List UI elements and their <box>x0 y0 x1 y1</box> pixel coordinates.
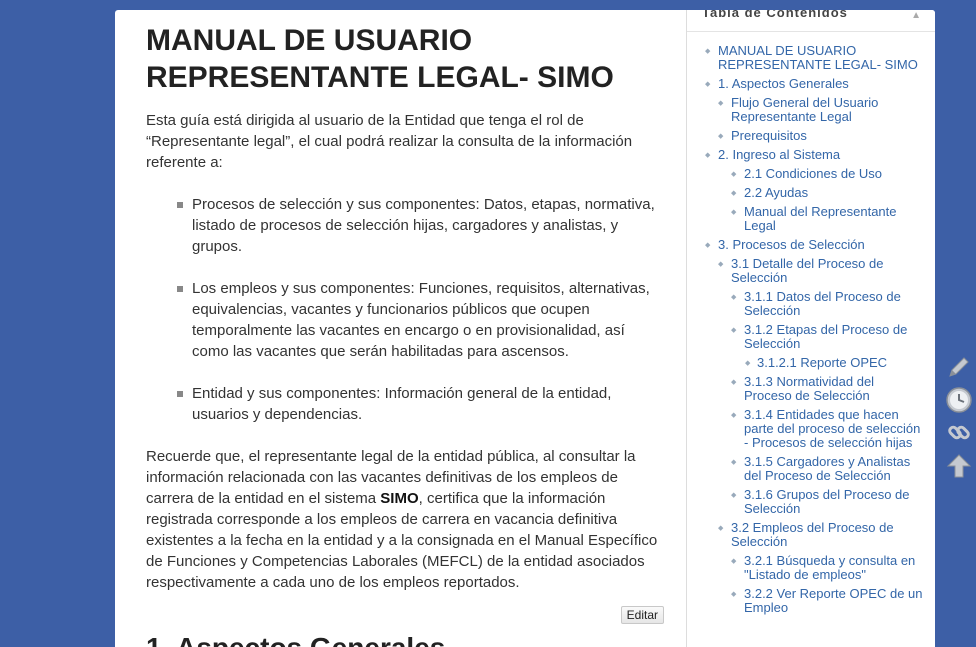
edit-row: Editar <box>146 606 664 624</box>
toc-item[interactable]: 3. Procesos de Selección <box>687 238 923 254</box>
table-of-contents: Tabla de Contenidos ▲ MANUAL DE USUARIO … <box>686 10 935 647</box>
toc-title: Tabla de Contenidos <box>702 10 848 20</box>
toc-item[interactable]: 2.2 Ayudas <box>687 186 923 202</box>
toc-item[interactable]: 3.1.6 Grupos del Proceso de Selección <box>687 488 923 516</box>
section-heading: 1. Aspectos Generales <box>146 631 664 647</box>
list-item: Procesos de selección y sus componentes:… <box>176 194 664 257</box>
toc-item[interactable]: Prerequisitos <box>687 129 923 145</box>
page-title-line1: MANUAL DE USUARIO <box>146 24 473 57</box>
simo-bold: SIMO <box>380 490 419 507</box>
page-title: MANUAL DE USUARIO REPRESENTANTE LEGAL- S… <box>146 22 664 96</box>
clock-icon[interactable] <box>944 385 974 415</box>
toc-header: Tabla de Contenidos ▲ <box>687 10 935 32</box>
page-title-line2: REPRESENTANTE LEGAL- SIMO <box>146 61 614 94</box>
toc-item[interactable]: 3.1.5 Cargadores y Analistas del Proceso… <box>687 455 923 483</box>
toc-item[interactable]: 3.2 Empleos del Proceso de Selección <box>687 521 923 549</box>
collapse-icon[interactable]: ▲ <box>911 10 921 21</box>
side-toolbar <box>944 352 976 484</box>
arrow-up-icon[interactable] <box>944 451 974 481</box>
toc-item[interactable]: Flujo General del Usuario Representante … <box>687 96 923 124</box>
toc-item[interactable]: 3.1.3 Normatividad del Proceso de Selecc… <box>687 375 923 403</box>
toc-item[interactable]: 3.1 Detalle del Proceso de Selección <box>687 257 923 285</box>
list-item: Entidad y sus componentes: Información g… <box>176 383 664 425</box>
toc-item[interactable]: 3.2.2 Ver Reporte OPEC de un Empleo <box>687 587 923 615</box>
main-content: MANUAL DE USUARIO REPRESENTANTE LEGAL- S… <box>115 10 686 647</box>
document-page: MANUAL DE USUARIO REPRESENTANTE LEGAL- S… <box>115 10 935 647</box>
list-item: Los empleos y sus componentes: Funciones… <box>176 278 664 362</box>
toc-item[interactable]: 3.2.1 Búsqueda y consulta en "Listado de… <box>687 554 923 582</box>
toc-item[interactable]: 3.1.1 Datos del Proceso de Selección <box>687 290 923 318</box>
link-icon[interactable] <box>944 418 974 448</box>
scope-list: Procesos de selección y sus componentes:… <box>176 194 664 425</box>
closing-paragraph: Recuerde que, el representante legal de … <box>146 446 664 593</box>
toc-item[interactable]: 2.1 Condiciones de Uso <box>687 167 923 183</box>
toc-item[interactable]: Manual del Representante Legal <box>687 205 923 233</box>
edit-button[interactable]: Editar <box>620 606 664 624</box>
pencil-icon[interactable] <box>944 352 974 382</box>
toc-item[interactable]: 3.1.2 Etapas del Proceso de Selección <box>687 323 923 351</box>
intro-paragraph: Esta guía está dirigida al usuario de la… <box>146 112 633 171</box>
toc-item[interactable]: MANUAL DE USUARIO REPRESENTANTE LEGAL- S… <box>687 44 923 72</box>
toc-list: MANUAL DE USUARIO REPRESENTANTE LEGAL- S… <box>687 32 935 615</box>
toc-item[interactable]: 3.1.2.1 Reporte OPEC <box>687 356 923 372</box>
toc-item[interactable]: 1. Aspectos Generales <box>687 77 923 93</box>
toc-item[interactable]: 2. Ingreso al Sistema <box>687 148 923 164</box>
toc-item[interactable]: 3.1.4 Entidades que hacen parte del proc… <box>687 408 923 450</box>
